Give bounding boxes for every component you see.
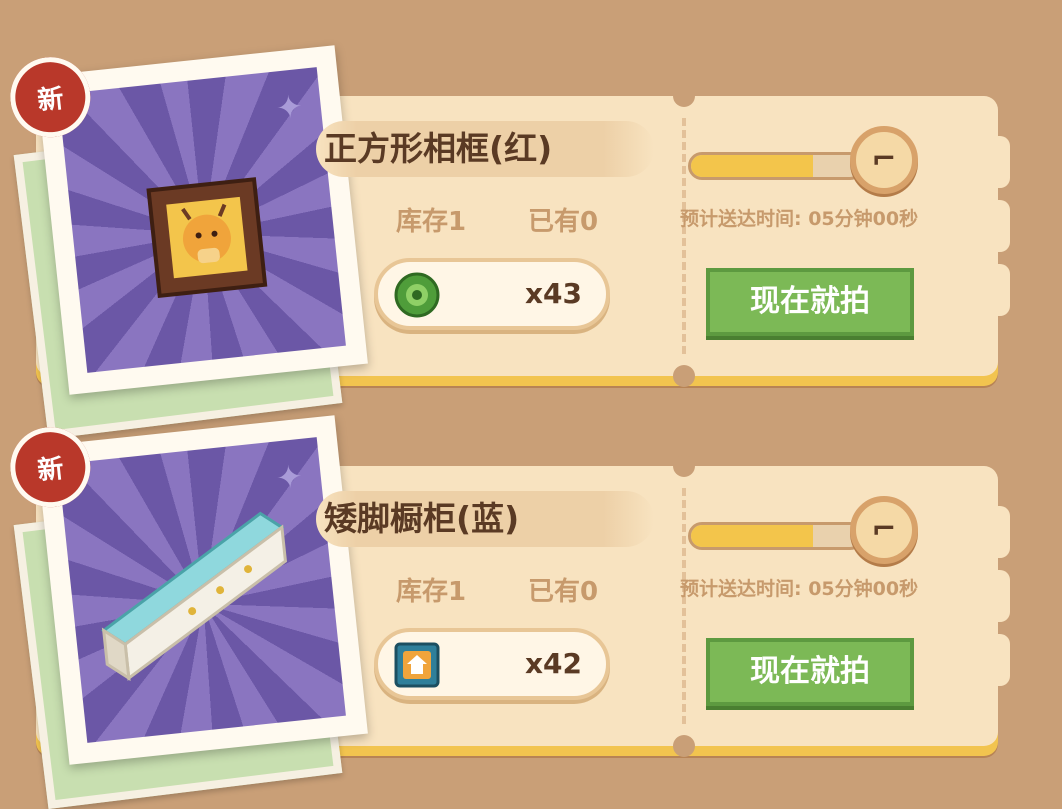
ticket-edge	[988, 506, 1010, 716]
delivery-eta: 预计送达时间: 05分钟00秒	[680, 578, 919, 600]
delivery-progress-bar	[688, 522, 864, 550]
item-photo[interactable]: ✦ 新	[6, 45, 368, 395]
buy-now-button[interactable]: 现在就拍	[706, 638, 914, 706]
stock-label: 库存1	[396, 577, 467, 607]
low-cabinet-icon	[101, 511, 288, 682]
ticket-notch	[673, 455, 695, 477]
photo-background: ✦	[58, 67, 346, 373]
cost-quantity: x43	[524, 277, 582, 310]
house-ticket-icon	[394, 642, 440, 688]
delivery-progress-bar	[688, 152, 864, 180]
cost-pill: x43	[374, 258, 610, 330]
progress-fill	[691, 525, 814, 547]
square-frame-icon	[146, 177, 268, 299]
ticket-notch	[673, 735, 695, 757]
item-name: 正方形相框(红)	[316, 121, 654, 177]
auction-card: ✦ 新 正方形相框(红) 库存1 已有0 x43 ⌐ 预计送达时间: 05分钟0…	[0, 45, 1062, 439]
clock-icon: ⌐	[850, 496, 918, 564]
previous-card	[0, 0, 1062, 40]
buy-now-button[interactable]: 现在就拍	[706, 268, 914, 336]
owned-label: 已有0	[528, 207, 599, 237]
auction-card: ✦ 新 矮脚橱柜(蓝) 库存1 已有0 x42 ⌐ 预计送达时间: 05分钟00…	[0, 415, 1062, 809]
item-photo[interactable]: ✦ 新	[6, 415, 368, 765]
delivery-eta: 预计送达时间: 05分钟00秒	[680, 208, 919, 230]
ticket-edge	[988, 136, 1010, 346]
ticket-notch	[673, 85, 695, 107]
clock-icon: ⌐	[850, 126, 918, 194]
cost-pill: x42	[374, 628, 610, 700]
item-name: 矮脚橱柜(蓝)	[316, 491, 654, 547]
progress-fill	[691, 155, 814, 177]
cost-quantity: x42	[524, 647, 582, 680]
ticket-notch	[673, 365, 695, 387]
stock-label: 库存1	[396, 207, 467, 237]
photo-background: ✦	[58, 437, 346, 743]
donut-token-icon	[394, 272, 440, 318]
owned-label: 已有0	[528, 577, 599, 607]
